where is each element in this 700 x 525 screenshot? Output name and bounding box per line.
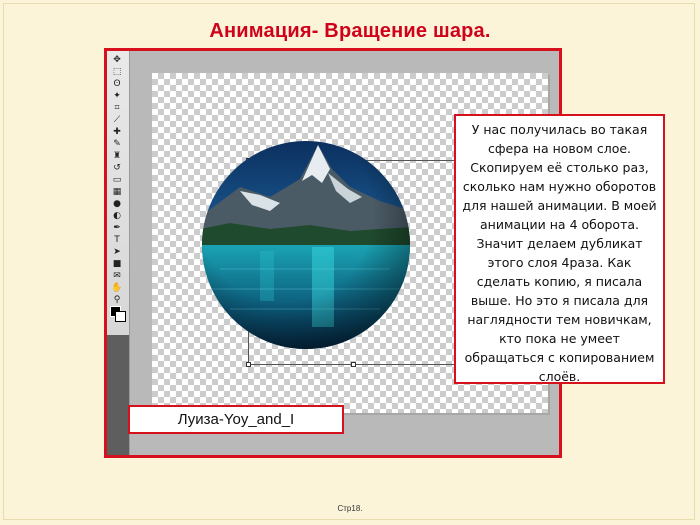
toolbar-lower-area xyxy=(107,335,129,455)
transform-handle[interactable] xyxy=(246,362,251,367)
page-number: Стр18. xyxy=(337,504,363,513)
shape-tool-icon[interactable]: ■ xyxy=(111,259,123,270)
gradient-tool-icon[interactable]: ▦ xyxy=(111,187,123,198)
magic-wand-tool-icon[interactable]: ✦ xyxy=(111,91,123,102)
brush-tool-icon[interactable]: ✎ xyxy=(111,139,123,150)
instruction-note: У нас получилась во такая сфера на новом… xyxy=(454,114,665,384)
marquee-tool-icon[interactable]: ⬚ xyxy=(111,67,123,78)
crop-tool-icon[interactable]: ⌗ xyxy=(111,103,123,114)
pen-tool-icon[interactable]: ✒ xyxy=(111,223,123,234)
dodge-tool-icon[interactable]: ◐ xyxy=(111,211,123,222)
author-signature: Луиза-Yoy_and_I xyxy=(128,405,344,434)
hand-tool-icon[interactable]: ✋ xyxy=(111,283,123,294)
notes-tool-icon[interactable]: ✉ xyxy=(111,271,123,282)
lasso-tool-icon[interactable]: ʘ xyxy=(111,79,123,90)
mountain-lake-sphere xyxy=(202,141,410,349)
background-color-swatch[interactable] xyxy=(115,311,126,322)
zoom-tool-icon[interactable]: ⚲ xyxy=(111,295,123,306)
blur-tool-icon[interactable]: ● xyxy=(111,199,123,210)
type-tool-icon[interactable]: T xyxy=(111,235,123,246)
path-selection-tool-icon[interactable]: ➤ xyxy=(111,247,123,258)
eyedropper-tool-icon[interactable]: ⟋ xyxy=(111,115,123,126)
history-brush-tool-icon[interactable]: ↺ xyxy=(111,163,123,174)
tools-panel: ✥ ⬚ ʘ ✦ ⌗ ⟋ ✚ ✎ ♜ ↺ ▭ ▦ ● ◐ ✒ T ➤ ■ ✉ ✋ … xyxy=(107,51,130,455)
clone-stamp-tool-icon[interactable]: ♜ xyxy=(111,151,123,162)
eraser-tool-icon[interactable]: ▭ xyxy=(111,175,123,186)
slide-title: Анимация- Вращение шара. xyxy=(209,20,491,42)
move-tool-icon[interactable]: ✥ xyxy=(111,55,123,66)
transform-handle[interactable] xyxy=(351,362,356,367)
healing-brush-tool-icon[interactable]: ✚ xyxy=(111,127,123,138)
